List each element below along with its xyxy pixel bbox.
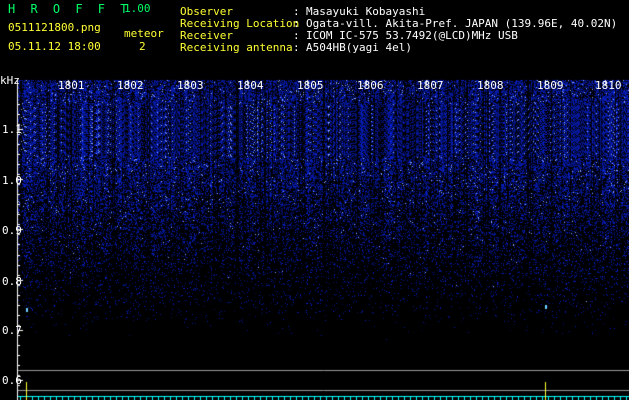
spectrogram-plot (0, 74, 629, 400)
x-tick-label: 1801 (58, 79, 85, 92)
x-tick-label: 1808 (477, 79, 504, 92)
app-version: 1.00 (124, 2, 151, 15)
header-panel: H R O F F T 1.00 0511121800.png 05.11.12… (0, 0, 629, 74)
antenna-label: Receiving antenna (180, 41, 293, 54)
file-name: 0511121800.png (8, 21, 101, 34)
x-tick-label: 1809 (537, 79, 564, 92)
antenna-separator: : (293, 41, 300, 54)
x-tick-label: 1803 (177, 79, 204, 92)
y-tick-label: 0.9 (2, 224, 22, 237)
x-tick-label: 1810 (595, 79, 622, 92)
y-tick-label: 0.8 (2, 275, 22, 288)
meteor-count: 2 (139, 40, 146, 53)
y-tick-label: 0.7 (2, 324, 22, 337)
date-time: 05.11.12 18:00 (8, 40, 101, 53)
x-tick-label: 1802 (117, 79, 144, 92)
x-tick-label: 1807 (417, 79, 444, 92)
y-tick-label: 1.0 (2, 174, 22, 187)
y-tick-label: 1.1 (2, 123, 22, 136)
meteor-label: meteor (124, 27, 164, 40)
y-axis-unit-label: kHz (0, 74, 20, 87)
y-tick-label: 0.6 (2, 374, 22, 387)
x-tick-label: 1805 (297, 79, 324, 92)
x-tick-label: 1806 (357, 79, 384, 92)
antenna-value: A504HB(yagi 4el) (306, 41, 412, 54)
app-title: H R O F F T (8, 2, 132, 16)
x-tick-label: 1804 (237, 79, 264, 92)
